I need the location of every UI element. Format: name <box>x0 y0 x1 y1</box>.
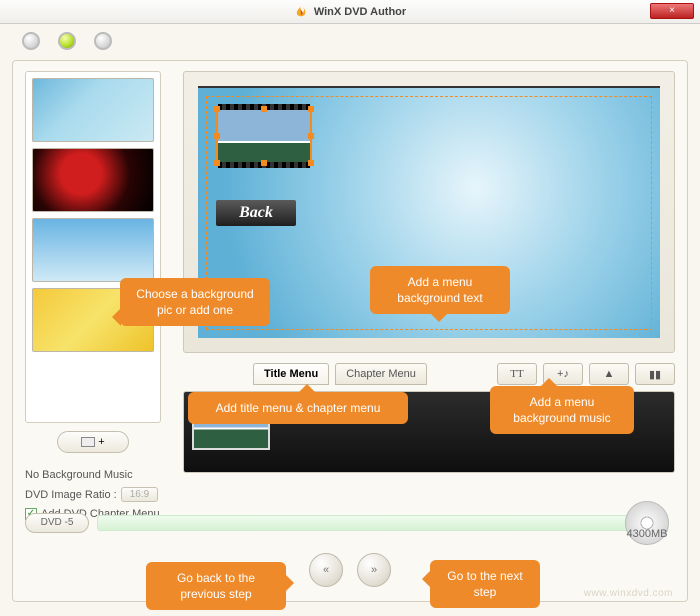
arrow-up-icon: ▲ <box>604 368 615 380</box>
light-1[interactable] <box>22 32 40 50</box>
ratio-selector[interactable]: 16:9 <box>121 487 158 502</box>
callout-music: Add a menu background music <box>490 386 634 434</box>
title-bar: WinX DVD Author × <box>0 0 700 24</box>
text-icon: TT <box>510 368 523 380</box>
film-icon: ▮▮ <box>649 368 661 381</box>
callout-prev: Go back to the previous step <box>146 562 286 610</box>
text-tool-button[interactable]: TT <box>497 363 537 385</box>
toolbar: Title Menu Chapter Menu TT +♪ ▲ ▮▮ <box>183 361 675 387</box>
tab-title-menu[interactable]: Title Menu <box>253 363 329 385</box>
callout-next: Go to the next step <box>430 560 540 608</box>
bg-thumb[interactable] <box>32 78 154 142</box>
film-tool-button[interactable]: ▮▮ <box>635 363 675 385</box>
tab-chapter-menu[interactable]: Chapter Menu <box>335 363 427 385</box>
add-image-button[interactable]: + <box>57 431 129 453</box>
light-2[interactable] <box>58 32 76 50</box>
capacity-bar[interactable] <box>97 515 651 531</box>
bg-thumb[interactable] <box>32 148 154 212</box>
callout-tabs: Add title menu & chapter menu <box>188 392 408 424</box>
no-music-label: No Background Music <box>25 469 175 481</box>
chevron-left-icon: « <box>323 564 329 576</box>
chevron-right-icon: » <box>371 564 377 576</box>
up-tool-button[interactable]: ▲ <box>589 363 629 385</box>
traffic-lights <box>22 32 112 50</box>
disc-icon: 4300MB <box>625 501 669 545</box>
callout-text: Add a menu background text <box>370 266 510 314</box>
watermark: www.winxdvd.com <box>584 588 673 599</box>
prev-step-button[interactable]: « <box>309 553 343 587</box>
light-3[interactable] <box>94 32 112 50</box>
flame-icon <box>294 5 308 19</box>
next-step-button[interactable]: » <box>357 553 391 587</box>
clip-thumbnail[interactable] <box>216 108 312 164</box>
callout-background: Choose a background pic or add one <box>120 278 270 326</box>
background-sidebar <box>25 71 161 423</box>
music-icon: +♪ <box>557 368 569 380</box>
capacity-size: 4300MB <box>627 528 668 540</box>
image-icon <box>81 437 95 447</box>
ratio-label: DVD Image Ratio : <box>25 489 117 501</box>
bg-thumb[interactable] <box>32 218 154 282</box>
back-button[interactable]: Back <box>216 200 296 226</box>
nav-buttons: « » <box>309 553 391 587</box>
main-panel: + Back Title Menu Chapter Menu TT +♪ ▲ ▮… <box>12 60 688 602</box>
close-button[interactable]: × <box>650 3 694 19</box>
app-title: WinX DVD Author <box>314 6 406 18</box>
dvd-type-selector[interactable]: DVD -5 <box>25 513 89 533</box>
plus-icon: + <box>98 436 104 448</box>
